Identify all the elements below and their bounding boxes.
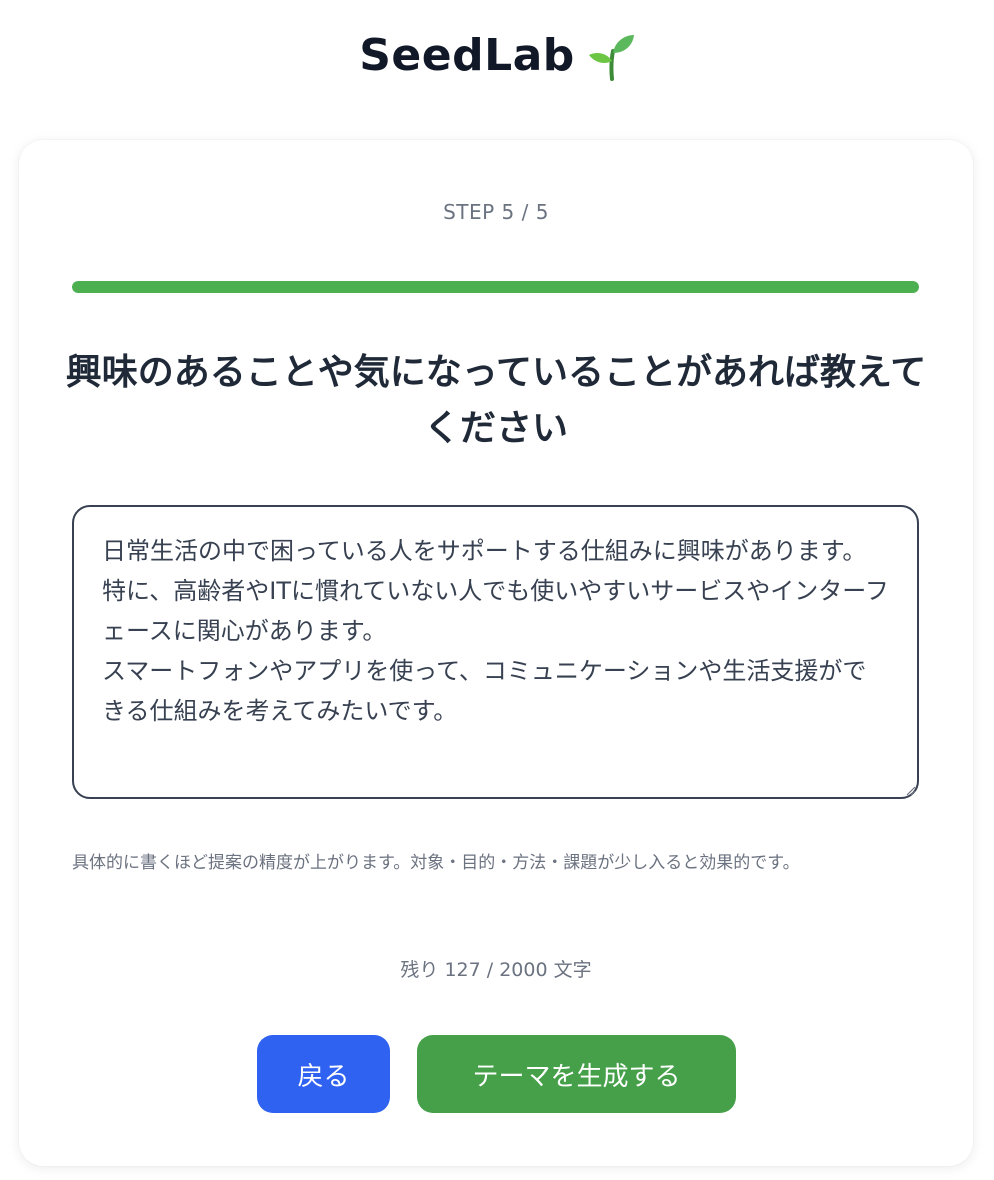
question-heading: 興味のあることや気になっていることがあれば教えてください [65, 352, 927, 449]
logo: SeedLab [0, 30, 994, 81]
hint-text: 具体的に書くほど提案の精度が上がります。対象・目的・方法・課題が少し入ると効果的… [72, 853, 800, 873]
resize-grip-icon[interactable] [904, 784, 916, 796]
character-counter: 残り 127 / 2000 文字 [400, 959, 592, 981]
wizard-card: STEP 5 / 5 興味のあることや気になっていることがあれば教えてください … [19, 140, 973, 1166]
progress-fill [72, 281, 919, 293]
step-indicator: STEP 5 / 5 [443, 200, 549, 224]
back-button[interactable]: 戻る [257, 1035, 390, 1113]
interest-textarea[interactable] [72, 505, 919, 799]
seedling-icon [588, 34, 634, 81]
page: SeedLab STEP 5 / 5 興味のあることや気になっていることがあれば… [0, 0, 994, 1180]
logo-text: SeedLab [359, 30, 575, 81]
progress-bar [72, 281, 919, 293]
generate-theme-button[interactable]: テーマを生成する [417, 1035, 736, 1113]
